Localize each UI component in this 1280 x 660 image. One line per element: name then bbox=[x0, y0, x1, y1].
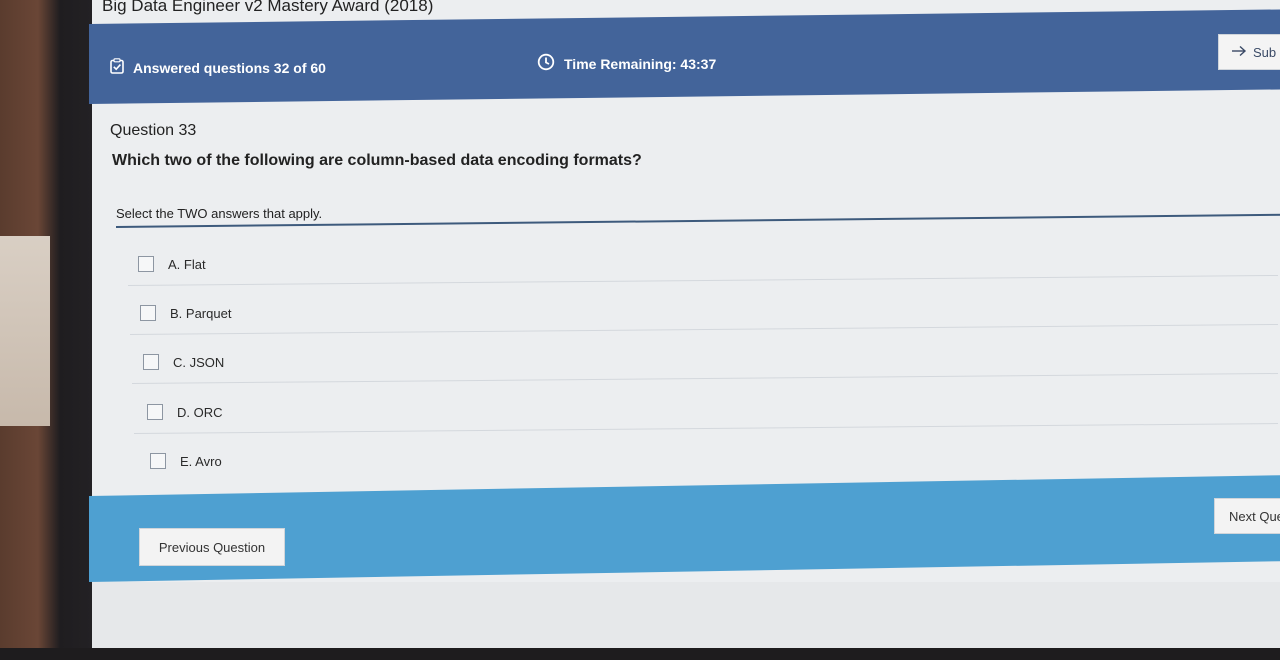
option-label: B. Parquet bbox=[170, 305, 232, 321]
next-question-button[interactable]: Next Que bbox=[1214, 498, 1280, 534]
option-d[interactable]: D. ORC bbox=[147, 404, 223, 420]
monitor-bezel-bottom bbox=[0, 648, 1280, 660]
option-label: E. Avro bbox=[180, 453, 222, 469]
checkbox[interactable] bbox=[147, 404, 163, 420]
divider bbox=[128, 274, 1278, 286]
next-label: Next Que bbox=[1229, 508, 1280, 524]
background-wall bbox=[0, 236, 50, 426]
footer-area bbox=[92, 582, 1280, 648]
divider bbox=[134, 423, 1278, 434]
exam-screen: Big Data Engineer v2 Mastery Award (2018… bbox=[89, 0, 1280, 648]
monitor-bezel bbox=[0, 0, 92, 660]
option-label: D. ORC bbox=[177, 404, 223, 420]
divider bbox=[130, 323, 1278, 335]
checkbox[interactable] bbox=[138, 256, 154, 272]
divider bbox=[132, 372, 1278, 384]
option-e[interactable]: E. Avro bbox=[150, 453, 222, 469]
checkbox[interactable] bbox=[140, 305, 156, 321]
previous-label: Previous Question bbox=[158, 539, 266, 555]
option-c[interactable]: C. JSON bbox=[143, 354, 224, 370]
previous-question-button[interactable]: Previous Question bbox=[139, 528, 285, 566]
checkbox[interactable] bbox=[143, 354, 159, 370]
option-a[interactable]: A. Flat bbox=[138, 256, 206, 272]
option-label: C. JSON bbox=[173, 354, 225, 370]
option-b[interactable]: B. Parquet bbox=[140, 305, 231, 321]
checkbox[interactable] bbox=[150, 453, 166, 469]
option-label: A. Flat bbox=[168, 256, 206, 272]
